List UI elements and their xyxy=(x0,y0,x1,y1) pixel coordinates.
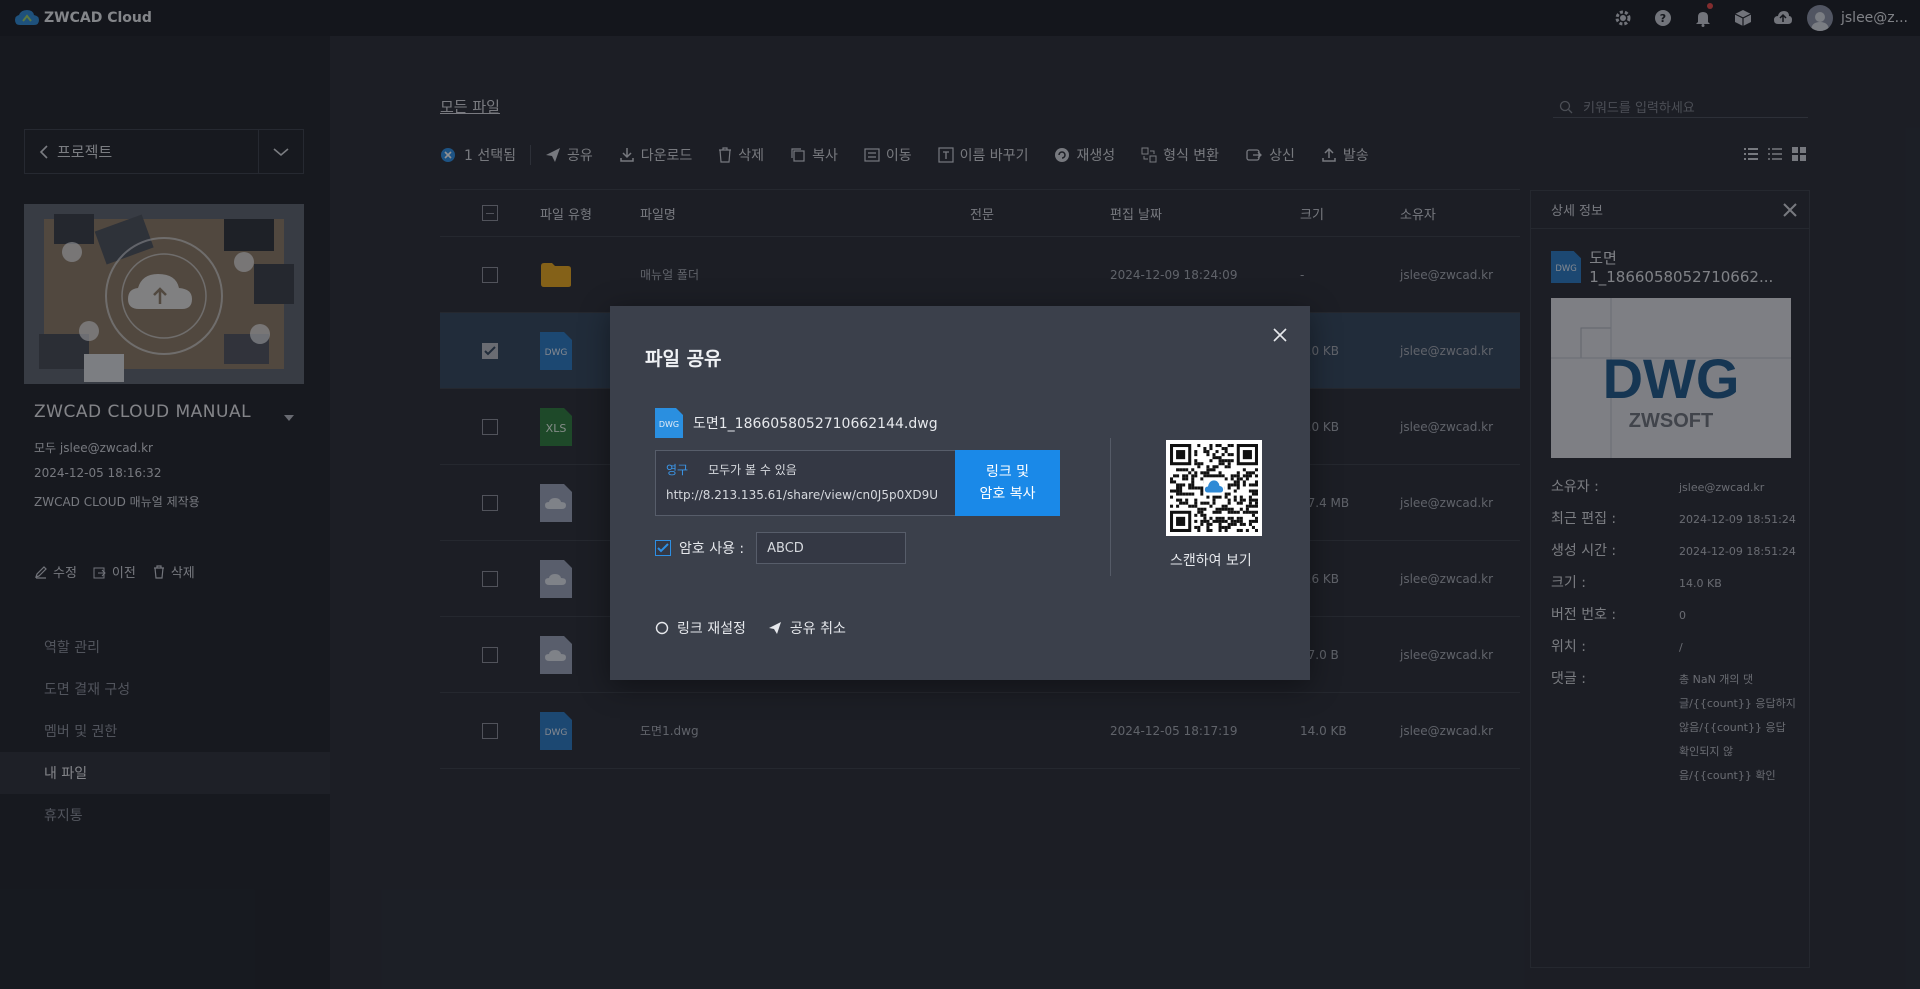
copy-button-line1: 링크 및 xyxy=(985,464,1030,480)
cancel-share-label: 공유 취소 xyxy=(789,621,846,637)
shared-file-name: 도면1_1866058052710662144.dwg xyxy=(693,416,938,432)
reset-link-label: 링크 재설정 xyxy=(677,621,746,637)
copy-link-password-button[interactable]: 링크 및 암호 복사 xyxy=(955,450,1060,516)
share-url[interactable]: http://8.213.135.61/share/view/cn0J5p0XD… xyxy=(666,488,946,502)
dwg-file-icon: DWG xyxy=(655,408,683,438)
link-expiry-select[interactable]: 영구 xyxy=(666,461,688,478)
share-link-field[interactable]: 영구 모두가 볼 수 있음 http://8.213.135.61/share/… xyxy=(655,450,957,516)
close-icon[interactable] xyxy=(1273,328,1287,342)
refresh-icon xyxy=(655,621,669,635)
share-file-dialog: 파일 공유 DWG 도면1_1866058052710662144.dwg 영구… xyxy=(610,306,1310,680)
send-icon xyxy=(768,622,781,634)
checkmark-icon xyxy=(657,543,669,553)
svg-text:DWG: DWG xyxy=(659,420,679,429)
scan-to-view-label: 스캔하여 보기 xyxy=(1170,553,1252,569)
copy-button-line2: 암호 복사 xyxy=(979,486,1036,502)
dialog-title: 파일 공유 xyxy=(645,348,722,370)
reset-link-button[interactable]: 링크 재설정 xyxy=(655,618,746,638)
password-checkbox[interactable] xyxy=(655,540,671,556)
password-label: 암호 사용 : xyxy=(679,541,745,557)
password-input[interactable]: ABCD xyxy=(756,532,907,564)
cancel-share-button[interactable]: 공유 취소 xyxy=(768,618,846,638)
qr-code xyxy=(1166,440,1262,536)
divider xyxy=(1110,438,1111,576)
link-visibility: 모두가 볼 수 있음 xyxy=(708,463,797,477)
